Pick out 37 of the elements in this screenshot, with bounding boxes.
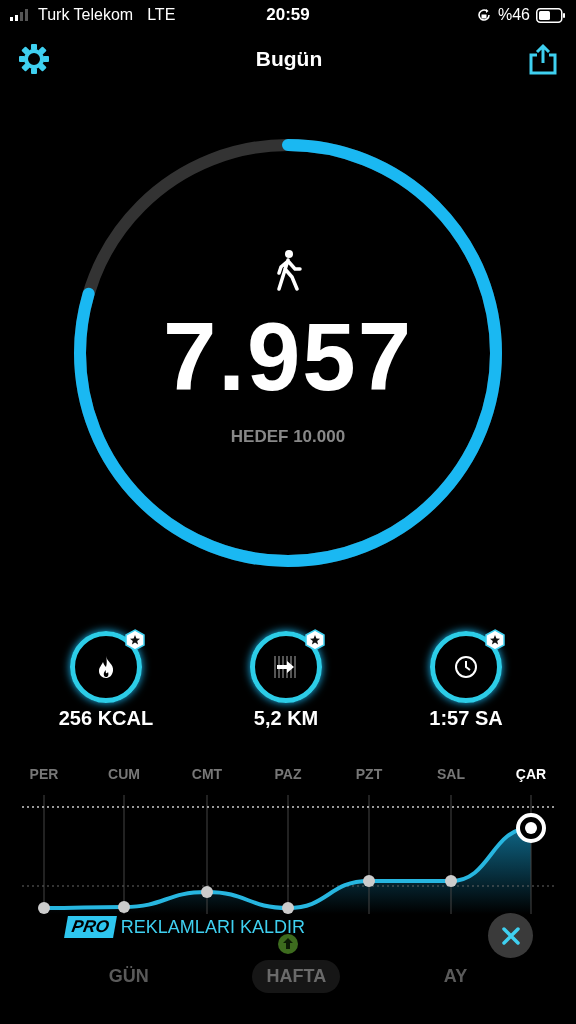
day-label[interactable]: PAZ	[274, 766, 302, 782]
rotation-lock-icon	[475, 7, 492, 23]
star-badge-icon	[124, 629, 146, 651]
star-badge-icon	[304, 629, 326, 651]
close-icon	[501, 926, 520, 945]
metric-value: 256 KCAL	[58, 707, 154, 730]
remove-ads-link[interactable]: REKLAMLARI KALDIR	[120, 916, 305, 938]
step-count: 7.957	[162, 309, 414, 405]
clock-icon	[454, 655, 478, 679]
day-label[interactable]: CUM	[108, 766, 140, 782]
battery-icon	[536, 7, 566, 23]
flame-icon	[98, 656, 114, 678]
settings-icon[interactable]	[18, 43, 50, 75]
star-badge-icon	[484, 629, 506, 651]
close-button[interactable]	[488, 913, 533, 958]
day-label[interactable]: CMT	[191, 766, 223, 782]
carrier-name: Turk Telekom	[38, 6, 134, 24]
network-type: LTE	[147, 6, 176, 24]
metric-ring[interactable]	[250, 631, 322, 703]
period-tab[interactable]: GÜN	[94, 960, 163, 993]
clock-time: 20:59	[266, 5, 310, 25]
metric-ring[interactable]	[70, 631, 142, 703]
metric-value: 1:57 SA	[429, 707, 503, 730]
period-tab[interactable]: AY	[429, 960, 482, 993]
metric-ring[interactable]	[430, 631, 502, 703]
metric-value: 5,2 KM	[253, 707, 319, 730]
share-icon[interactable]	[528, 43, 558, 75]
pro-badge[interactable]: PRO	[64, 916, 117, 938]
step-goal: HEDEF 10.000	[230, 427, 346, 447]
day-label[interactable]: SAL	[437, 766, 465, 782]
day-label[interactable]: ÇAR	[515, 766, 547, 782]
day-label[interactable]: PZT	[355, 766, 383, 782]
distance-arrow-icon	[273, 656, 299, 678]
page-title: Bugün	[255, 47, 323, 71]
battery-percent: %46	[497, 6, 530, 24]
day-label[interactable]: PER	[29, 766, 59, 782]
period-tab[interactable]: HAFTA	[252, 960, 341, 993]
